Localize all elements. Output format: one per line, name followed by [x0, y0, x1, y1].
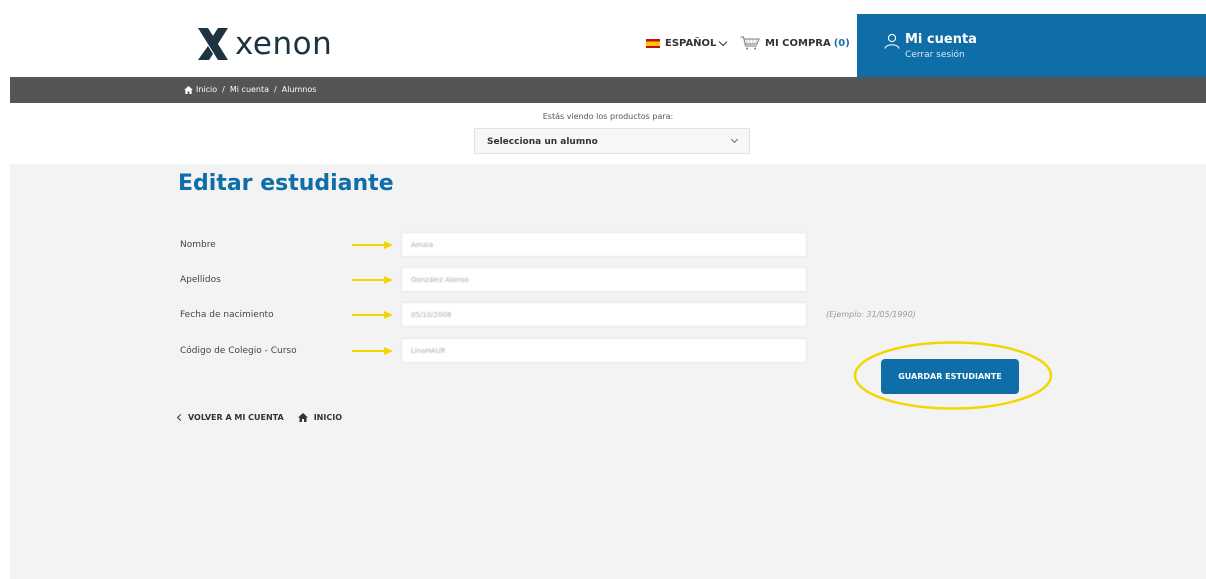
page-title: Editar estudiante — [178, 171, 394, 196]
field-label: Código de Colegio - Curso — [180, 346, 297, 356]
footer-links: VOLVER A MI CUENTA INICIO — [176, 413, 342, 422]
form-row-fecha: Fecha de nacimiento (Ejemplo: 31/05/1990… — [0, 302, 1196, 328]
cart-label: MI COMPRA — [765, 37, 831, 49]
user-icon — [884, 33, 900, 49]
site-header: xenon ESPAÑOL MI COMPRA (0) Mi cuenta Ce… — [10, 14, 1206, 77]
xenon-logo-icon — [198, 28, 228, 60]
home-icon — [297, 413, 308, 422]
home-link-label: INICIO — [313, 413, 342, 422]
chevron-left-icon — [176, 413, 185, 422]
account-panel[interactable]: Mi cuenta Cerrar sesión — [857, 14, 1206, 77]
cart-count: (0) — [833, 37, 850, 49]
language-label: ESPAÑOL — [665, 38, 717, 49]
field-label: Fecha de nacimiento — [180, 310, 274, 320]
form-row-apellidos: Apellidos — [0, 267, 1196, 293]
home-link[interactable]: INICIO — [297, 413, 342, 422]
arrow-right-icon — [352, 276, 393, 284]
first-name-field[interactable] — [401, 232, 807, 257]
birthdate-field[interactable] — [401, 302, 807, 327]
logo-text: xenon — [235, 26, 333, 62]
chevron-down-icon — [719, 37, 728, 46]
language-selector[interactable]: ESPAÑOL — [646, 37, 728, 49]
birthdate-hint: (Ejemplo: 31/05/1990) — [826, 310, 916, 319]
site-logo[interactable]: xenon — [196, 26, 332, 62]
student-selector-bar: Estás viendo los productos para: Selecci… — [10, 103, 1206, 164]
breadcrumb: Inicio / Mi cuenta / Alumnos — [10, 77, 1206, 103]
student-select[interactable]: Selecciona un alumno — [474, 128, 750, 154]
arrow-right-icon — [352, 241, 393, 249]
chevron-down-icon — [730, 135, 739, 144]
selector-label: Estás viendo los productos para: — [542, 112, 674, 121]
spain-flag-icon — [646, 39, 660, 48]
breadcrumb-item-alumnos: Alumnos — [281, 85, 317, 94]
arrow-right-icon — [352, 311, 393, 319]
cart-icon — [740, 36, 760, 50]
account-title: Mi cuenta — [905, 32, 977, 47]
last-name-field[interactable] — [401, 267, 807, 292]
page-frame: xenon ESPAÑOL MI COMPRA (0) Mi cuenta Ce… — [10, 14, 1206, 579]
home-icon — [184, 85, 193, 94]
breadcrumb-separator: / — [222, 85, 225, 94]
breadcrumb-item-inicio[interactable]: Inicio — [196, 85, 217, 94]
back-to-account-link[interactable]: VOLVER A MI CUENTA — [176, 413, 284, 422]
arrow-right-icon — [352, 347, 393, 355]
school-code-field[interactable] — [401, 338, 807, 363]
field-label: Nombre — [180, 240, 216, 250]
breadcrumb-item-mi-cuenta[interactable]: Mi cuenta — [230, 85, 269, 94]
student-select-value: Selecciona un alumno — [487, 137, 598, 147]
breadcrumb-separator: / — [274, 85, 277, 94]
back-link-label: VOLVER A MI CUENTA — [188, 413, 284, 422]
logout-link[interactable]: Cerrar sesión — [905, 50, 965, 60]
cart-link[interactable]: MI COMPRA (0) — [740, 36, 850, 50]
field-label: Apellidos — [180, 275, 221, 285]
save-student-button[interactable]: GUARDAR ESTUDIANTE — [881, 359, 1019, 394]
form-row-nombre: Nombre — [0, 232, 1196, 258]
